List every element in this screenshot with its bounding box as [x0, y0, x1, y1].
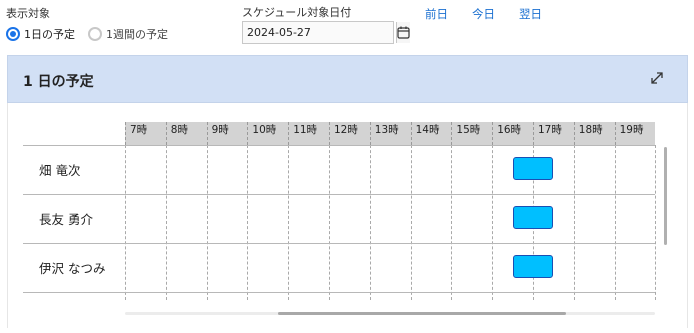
calendar-icon	[397, 26, 410, 39]
expand-icon[interactable]	[650, 71, 664, 85]
radio-one-day[interactable]: 1日の予定	[6, 26, 75, 42]
hour-label: 12時	[329, 122, 370, 145]
hour-label: 18時	[573, 122, 615, 145]
horizontal-scrollbar[interactable]	[278, 312, 566, 315]
schedule-panel-header	[7, 55, 688, 103]
hour-label: 7時	[125, 122, 166, 145]
hour-label: 17時	[533, 122, 574, 145]
hour-label: 8時	[165, 122, 207, 145]
radio-one-week[interactable]: 1週間の予定	[88, 26, 168, 42]
radio-one-day-label[interactable]: 1日の予定	[24, 26, 75, 42]
hour-grid-line	[369, 145, 371, 300]
member-name: 畑 竜次	[39, 163, 81, 178]
row-divider	[23, 292, 655, 293]
hour-grid-line	[573, 145, 575, 300]
hour-label: 10時	[247, 122, 288, 145]
hour-grid-line	[614, 145, 616, 300]
hour-grid-line	[655, 145, 657, 300]
schedule-date-field	[242, 21, 410, 44]
hour-grid-line	[492, 145, 494, 300]
prev-day-link[interactable]: 前日	[425, 6, 448, 22]
member-name: 伊沢 なつみ	[39, 261, 106, 276]
hour-label: 15時	[451, 122, 492, 145]
hour-label: 9時	[206, 122, 248, 145]
hour-grid-line	[206, 145, 208, 300]
radio-one-day-indicator[interactable]	[6, 27, 20, 41]
display-target-label: 表示対象	[6, 7, 50, 20]
radio-one-week-label[interactable]: 1週間の予定	[106, 26, 168, 42]
hour-label: 11時	[288, 122, 329, 145]
member-name: 長友 勇介	[39, 212, 93, 227]
calendar-button[interactable]	[396, 22, 410, 43]
vertical-scrollbar[interactable]	[664, 147, 667, 245]
radio-one-week-indicator[interactable]	[88, 27, 102, 41]
hour-grid-line	[165, 145, 167, 300]
hour-header: 7時 8時 9時 10時 11時 12時 13時 14時 15時 16時 17時 18時 19時	[125, 122, 655, 145]
display-target-radio-group: 1日の予定 1週間の予定	[6, 26, 181, 42]
schedule-event-bar[interactable]	[512, 255, 554, 278]
schedule-date-label: スケジュール対象日付	[242, 6, 352, 19]
hour-grid-line	[288, 145, 290, 300]
next-day-link[interactable]: 翌日	[519, 6, 542, 22]
hour-grid-line	[451, 145, 453, 300]
hour-grid-line	[329, 145, 330, 300]
hour-label: 14時	[410, 122, 452, 145]
hour-grid-line	[247, 145, 249, 300]
schedule-date-input[interactable]	[243, 22, 396, 43]
hour-label: 16時	[492, 122, 533, 145]
hour-grid-line	[125, 145, 126, 300]
today-link[interactable]: 今日	[472, 6, 495, 22]
schedule-event-bar[interactable]	[512, 206, 554, 229]
panel-title: 1 日の予定	[23, 74, 94, 90]
schedule-event-bar[interactable]	[512, 157, 554, 180]
hour-label: 19時	[614, 122, 656, 145]
hour-grid-line	[410, 145, 412, 300]
hour-label: 13時	[369, 122, 411, 145]
